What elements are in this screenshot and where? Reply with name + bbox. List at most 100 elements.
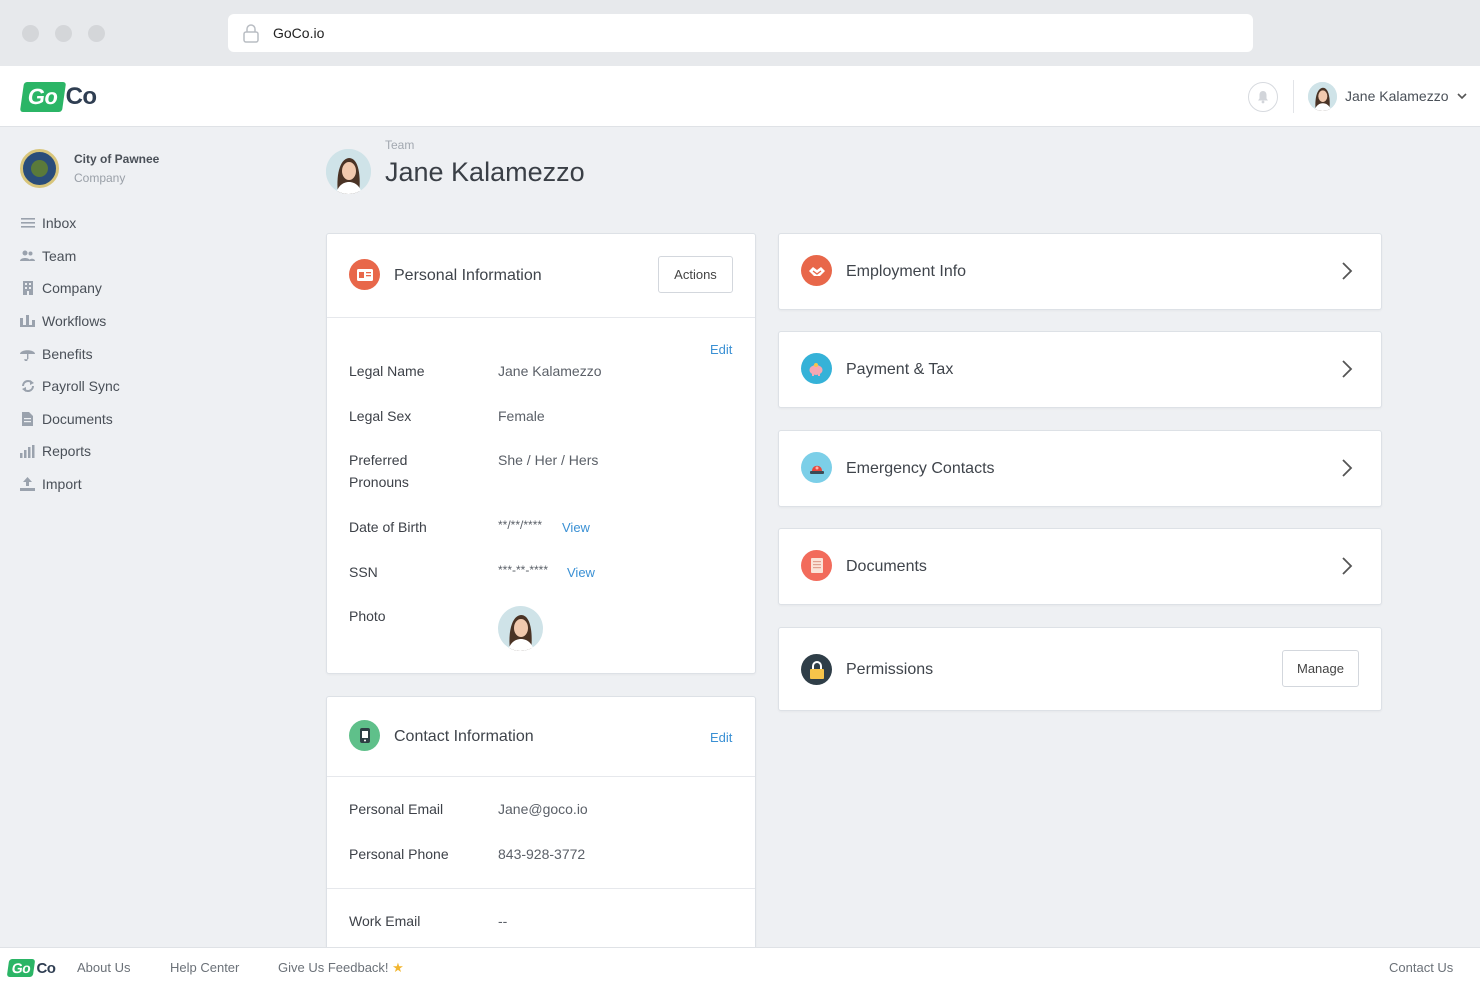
legal-name-value: Jane Kalamezzo xyxy=(498,363,602,379)
page-title: Jane Kalamezzo xyxy=(385,157,585,187)
user-menu[interactable]: Jane Kalamezzo xyxy=(1308,80,1467,112)
lock-icon xyxy=(801,654,832,685)
umbrella-icon xyxy=(20,346,35,361)
person-photo-icon xyxy=(326,149,371,194)
actions-button[interactable]: Actions xyxy=(658,256,733,293)
edit-personal-link[interactable]: Edit xyxy=(710,342,732,357)
sidebar-item-import[interactable]: Import xyxy=(20,468,120,501)
card-title: Contact Information xyxy=(394,728,534,745)
siren-icon xyxy=(801,452,832,483)
dob-view-link[interactable]: View xyxy=(562,520,590,535)
company-seal-icon xyxy=(20,149,59,188)
window-minimize-dot[interactable] xyxy=(55,25,72,42)
sidebar-item-label: Import xyxy=(42,476,82,493)
sidebar-item-reports[interactable]: Reports xyxy=(20,435,120,468)
footer-goco-logo[interactable]: Go Co xyxy=(6,957,56,979)
feedback-link[interactable]: Give Us Feedback! ★ xyxy=(278,960,404,976)
card-title: Payment & Tax xyxy=(846,361,954,378)
logo-go: Go xyxy=(6,959,36,977)
company-subtitle: Company xyxy=(74,171,126,185)
sidebar-item-payroll-sync[interactable]: Payroll Sync xyxy=(20,370,120,403)
piggy-bank-icon xyxy=(801,353,832,384)
footer: Go Co About Us Help Center Give Us Feedb… xyxy=(0,947,1480,987)
window-maximize-dot[interactable] xyxy=(88,25,105,42)
sidebar: City of Pawnee Company Inbox Team Compan… xyxy=(0,127,300,947)
chevron-right-icon xyxy=(1342,360,1353,378)
profile-photo[interactable] xyxy=(498,606,543,651)
chevron-right-icon xyxy=(1342,262,1353,280)
id-card-icon xyxy=(349,259,380,290)
user-name: Jane Kalamezzo xyxy=(1345,88,1449,104)
building-icon xyxy=(20,281,35,296)
sync-icon xyxy=(20,379,35,394)
field-label: Preferred Pronouns xyxy=(349,452,409,490)
personal-information-card: Personal Information Actions Edit Legal … xyxy=(326,233,756,674)
avatar xyxy=(1308,81,1337,111)
card-title: Employment Info xyxy=(846,263,967,280)
ssn-view-link[interactable]: View xyxy=(567,565,595,580)
field-label: Work Email xyxy=(349,913,421,929)
list-icon xyxy=(20,216,35,231)
app-header: Go Co Jane Kalamezzo xyxy=(0,66,1480,127)
field-label: Date of Birth xyxy=(349,519,427,535)
logo-go: Go xyxy=(19,82,66,112)
sidebar-item-company[interactable]: Company xyxy=(20,272,120,305)
dob-masked-value: **/**/**** xyxy=(498,518,543,532)
personal-phone-value: 843-928-3772 xyxy=(498,846,586,862)
work-email-value: -- xyxy=(498,913,508,929)
help-center-link[interactable]: Help Center xyxy=(170,960,239,975)
handshake-icon xyxy=(801,255,832,286)
field-label: Legal Name xyxy=(349,363,425,379)
edit-contact-link[interactable]: Edit xyxy=(710,730,732,745)
field-label: Legal Sex xyxy=(349,408,412,424)
card-title: Documents xyxy=(846,558,927,575)
sidebar-item-label: Benefits xyxy=(42,345,93,362)
bell-icon xyxy=(1258,91,1268,104)
card-title: Personal Information xyxy=(394,267,542,284)
sidebar-item-benefits[interactable]: Benefits xyxy=(20,337,120,370)
url-text: GoCo.io xyxy=(273,25,325,41)
payment-tax-card[interactable]: Payment & Tax xyxy=(778,331,1382,408)
legal-sex-value: Female xyxy=(498,408,545,424)
sidebar-item-inbox[interactable]: Inbox xyxy=(20,207,120,240)
chevron-down-icon xyxy=(1456,93,1467,100)
company-name: City of Pawnee xyxy=(74,152,160,166)
bar-chart-icon xyxy=(20,444,35,459)
sidebar-item-label: Company xyxy=(42,280,102,297)
chevron-right-icon xyxy=(1342,459,1353,477)
feedback-label: Give Us Feedback! xyxy=(278,960,389,975)
sidebar-item-team[interactable]: Team xyxy=(20,240,120,273)
main-content: Team Jane Kalamezzo Personal Information… xyxy=(300,127,1480,966)
contact-us-link[interactable]: Contact Us xyxy=(1389,960,1453,975)
field-label: SSN xyxy=(349,564,378,580)
goco-logo[interactable]: Go Co xyxy=(19,80,97,114)
header-divider xyxy=(1293,80,1294,113)
workflow-icon xyxy=(20,314,35,329)
sidebar-item-label: Inbox xyxy=(42,215,77,232)
ssn-masked-value: ***-**-**** xyxy=(498,563,549,577)
manage-button[interactable]: Manage xyxy=(1282,650,1359,687)
address-bar[interactable]: GoCo.io xyxy=(228,14,1253,52)
lock-icon xyxy=(243,24,259,43)
about-us-link[interactable]: About Us xyxy=(77,960,130,975)
person-photo-icon xyxy=(1308,81,1337,111)
notifications-button[interactable] xyxy=(1248,82,1278,112)
employment-info-card[interactable]: Employment Info xyxy=(778,233,1382,310)
field-label: Photo xyxy=(349,608,386,624)
breadcrumb[interactable]: Team xyxy=(385,138,414,152)
browser-chrome: GoCo.io xyxy=(0,0,1480,66)
documents-card[interactable]: Documents xyxy=(778,528,1382,605)
logo-co: Co xyxy=(36,959,56,977)
document-icon xyxy=(20,411,35,426)
window-close-dot[interactable] xyxy=(22,25,39,42)
person-photo-icon xyxy=(498,606,543,651)
emergency-contacts-card[interactable]: Emergency Contacts xyxy=(778,430,1382,507)
company-switcher[interactable]: City of Pawnee Company xyxy=(20,149,159,188)
sidebar-item-workflows[interactable]: Workflows xyxy=(20,305,120,338)
sidebar-item-documents[interactable]: Documents xyxy=(20,403,120,436)
contact-information-card: Contact Information Edit Personal Email … xyxy=(326,696,756,966)
sidebar-item-label: Payroll Sync xyxy=(42,378,120,395)
card-header: Contact Information Edit xyxy=(327,697,755,777)
permissions-card: Permissions Manage xyxy=(778,627,1382,711)
people-icon xyxy=(20,248,35,263)
